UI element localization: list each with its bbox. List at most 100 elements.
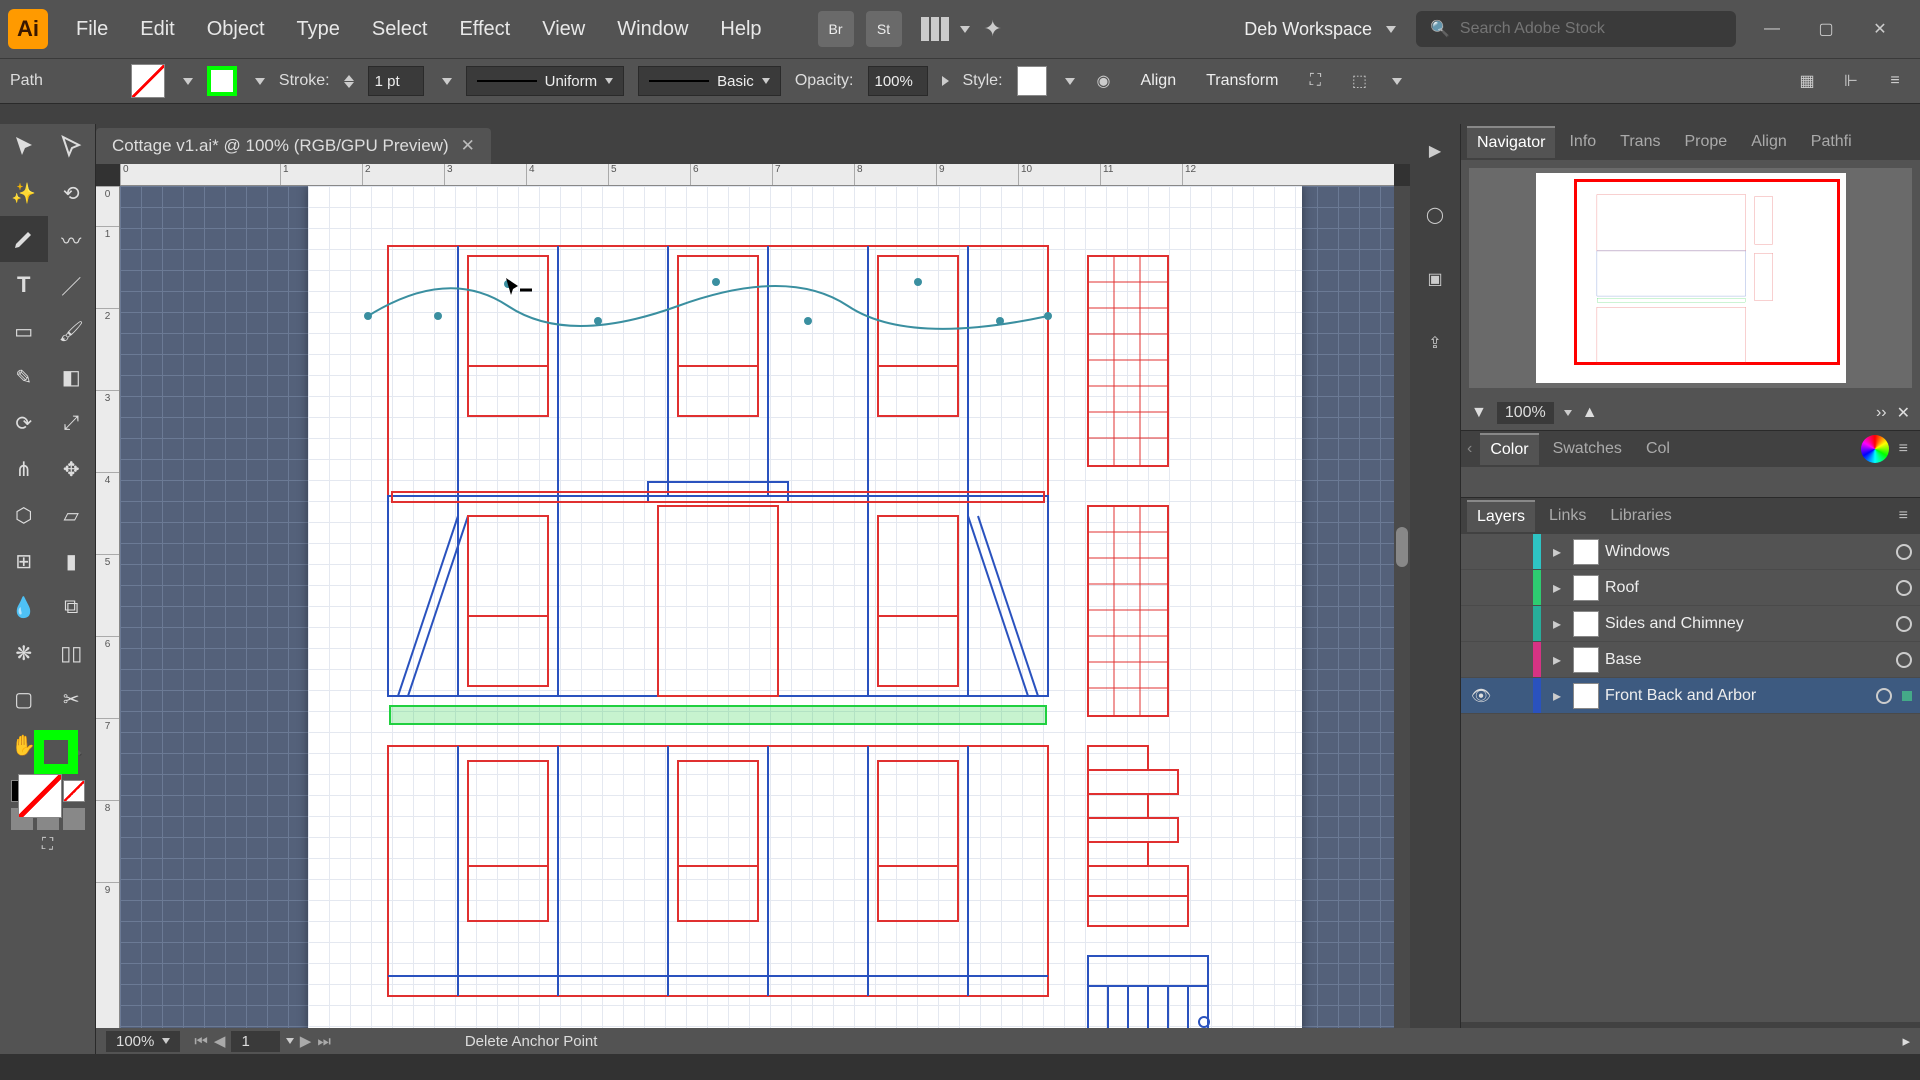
maximize-button[interactable]: ▢ [1814,17,1838,41]
rectangle-tool[interactable]: ▭ [0,308,48,354]
target-icon[interactable] [1896,616,1912,632]
rotate-tool[interactable]: ⟳ [0,400,48,446]
navigator-view[interactable] [1469,168,1912,388]
opacity-input[interactable] [868,66,928,96]
layer-row[interactable]: ▸Windows [1461,534,1920,570]
zoom-in-icon[interactable]: ▲ [1582,404,1598,422]
curvature-tool[interactable]: 〰 [48,216,96,262]
edit-clip-button[interactable]: ⬚ [1344,66,1374,96]
target-icon[interactable] [1896,580,1912,596]
gradient-tool[interactable]: ▮ [48,538,96,584]
menu-help[interactable]: Help [706,12,775,47]
export-icon[interactable]: ⇪ [1418,326,1452,360]
selected-path[interactable] [368,286,1048,329]
next-artboard[interactable]: ▶ [300,1032,312,1050]
target-icon[interactable] [1896,544,1912,560]
slice-tool[interactable]: ✂ [48,676,96,722]
magic-wand-tool[interactable]: ✨ [0,170,48,216]
blend-tool[interactable]: ⧉ [48,584,96,630]
layer-name[interactable]: Sides and Chimney [1605,615,1890,633]
status-menu[interactable]: ▸ [1902,1032,1910,1050]
disclosure-triangle[interactable]: ▸ [1547,542,1567,562]
chevron-down-icon[interactable] [1065,78,1075,85]
chevron-right-icon[interactable] [942,76,949,86]
artboard-number[interactable]: 1 [231,1031,279,1052]
first-artboard[interactable]: ⏮ [194,1033,208,1050]
color-wheel-icon[interactable] [1861,435,1889,463]
last-artboard[interactable]: ⏭ [317,1033,331,1050]
disclosure-triangle[interactable]: ▸ [1547,614,1567,634]
prev-artboard[interactable]: ◀ [214,1032,226,1050]
type-tool[interactable]: T [0,262,48,308]
libraries-icon[interactable]: ▣ [1418,262,1452,296]
stroke-increase[interactable] [344,75,354,81]
mesh-tool[interactable]: ⊞ [0,538,48,584]
brush-dropdown[interactable]: Basic [638,66,781,96]
ruler-vertical[interactable]: 0 1 2 3 4 5 6 7 8 9 [96,186,120,1038]
graphic-style-swatch[interactable] [1017,66,1047,96]
collapse-icon[interactable]: ‹ [1467,440,1472,458]
disclosure-triangle[interactable]: ▸ [1547,650,1567,670]
tab-colorguide[interactable]: Col [1636,434,1680,464]
layout-grid-button[interactable]: ▦ [1792,66,1822,96]
close-button[interactable]: ✕ [1868,17,1892,41]
layer-name[interactable]: Front Back and Arbor [1605,687,1870,705]
stroke-swatch[interactable] [207,66,237,96]
collapse-icon[interactable]: ›› [1876,404,1887,422]
width-tool[interactable]: ⋔ [0,446,48,492]
navigator-zoom-value[interactable]: 100% [1497,402,1554,424]
chevron-down-icon[interactable] [442,78,452,85]
free-transform-tool[interactable]: ✥ [48,446,96,492]
tab-align[interactable]: Align [1741,127,1797,157]
document-tab[interactable]: Cottage v1.ai* @ 100% (RGB/GPU Preview) … [96,128,491,164]
none-mode[interactable] [63,780,85,802]
layer-row[interactable]: 👁▸Front Back and Arbor [1461,678,1920,714]
symbol-sprayer-tool[interactable]: ❋ [0,630,48,676]
tab-layers[interactable]: Layers [1467,500,1535,532]
tab-libraries[interactable]: Libraries [1600,501,1681,531]
menu-file[interactable]: File [62,12,122,47]
shape-builder-tool[interactable]: ⬡ [0,492,48,538]
play-icon[interactable]: ▶ [1418,134,1452,168]
chevron-down-icon[interactable] [183,78,193,85]
zoom-out-icon[interactable]: ▼ [1471,404,1487,422]
isolate-button[interactable]: ⛶ [1300,66,1330,96]
layer-name[interactable]: Base [1605,651,1890,669]
menu-object[interactable]: Object [193,12,279,47]
menu-edit[interactable]: Edit [126,12,188,47]
disclosure-triangle[interactable]: ▸ [1547,578,1567,598]
target-icon[interactable] [1876,688,1892,704]
minimize-button[interactable]: — [1760,17,1784,41]
draw-inside[interactable] [63,808,85,830]
graph-tool[interactable]: ▯▯ [48,630,96,676]
scrollbar-vertical[interactable] [1394,186,1410,1038]
eraser-tool[interactable]: ◧ [48,354,96,400]
fill-color[interactable] [18,774,62,818]
panel-menu-button[interactable]: ≡ [1880,66,1910,96]
perspective-tool[interactable]: ▱ [48,492,96,538]
scale-tool[interactable]: ⤢ [48,400,96,446]
panel-menu-button[interactable]: ≡ [1893,507,1914,525]
workspace-switcher[interactable]: Deb Workspace [1228,13,1412,46]
chevron-down-icon[interactable] [286,1038,294,1044]
tab-transform[interactable]: Trans [1610,127,1670,157]
pen-tool[interactable] [0,216,48,262]
tab-info[interactable]: Info [1559,127,1606,157]
ruler-horizontal[interactable]: 0 1 2 3 4 5 6 7 8 9 10 11 12 [120,164,1394,186]
layer-row[interactable]: ▸ Base [1461,642,1920,678]
snap-button[interactable]: ⊩ [1836,66,1866,96]
stock-button[interactable]: St [866,11,902,47]
menu-select[interactable]: Select [358,12,442,47]
layer-list[interactable]: ▸Windows▸Roof▸Sides and Chimney▸Base👁▸Fr… [1461,534,1920,1022]
menu-view[interactable]: View [528,12,599,47]
direct-selection-tool[interactable] [48,124,96,170]
disclosure-triangle[interactable]: ▸ [1547,686,1567,706]
layer-name[interactable]: Roof [1605,579,1890,597]
tab-links[interactable]: Links [1539,501,1596,531]
canvas-viewport[interactable] [120,186,1394,1038]
circle-icon[interactable]: ◯ [1418,198,1452,232]
paintbrush-tool[interactable]: 🖌 [48,308,96,354]
lasso-tool[interactable]: ⟲ [48,170,96,216]
panel-menu-button[interactable]: ≡ [1893,440,1914,458]
layer-row[interactable]: ▸ Sides and Chimney [1461,606,1920,642]
